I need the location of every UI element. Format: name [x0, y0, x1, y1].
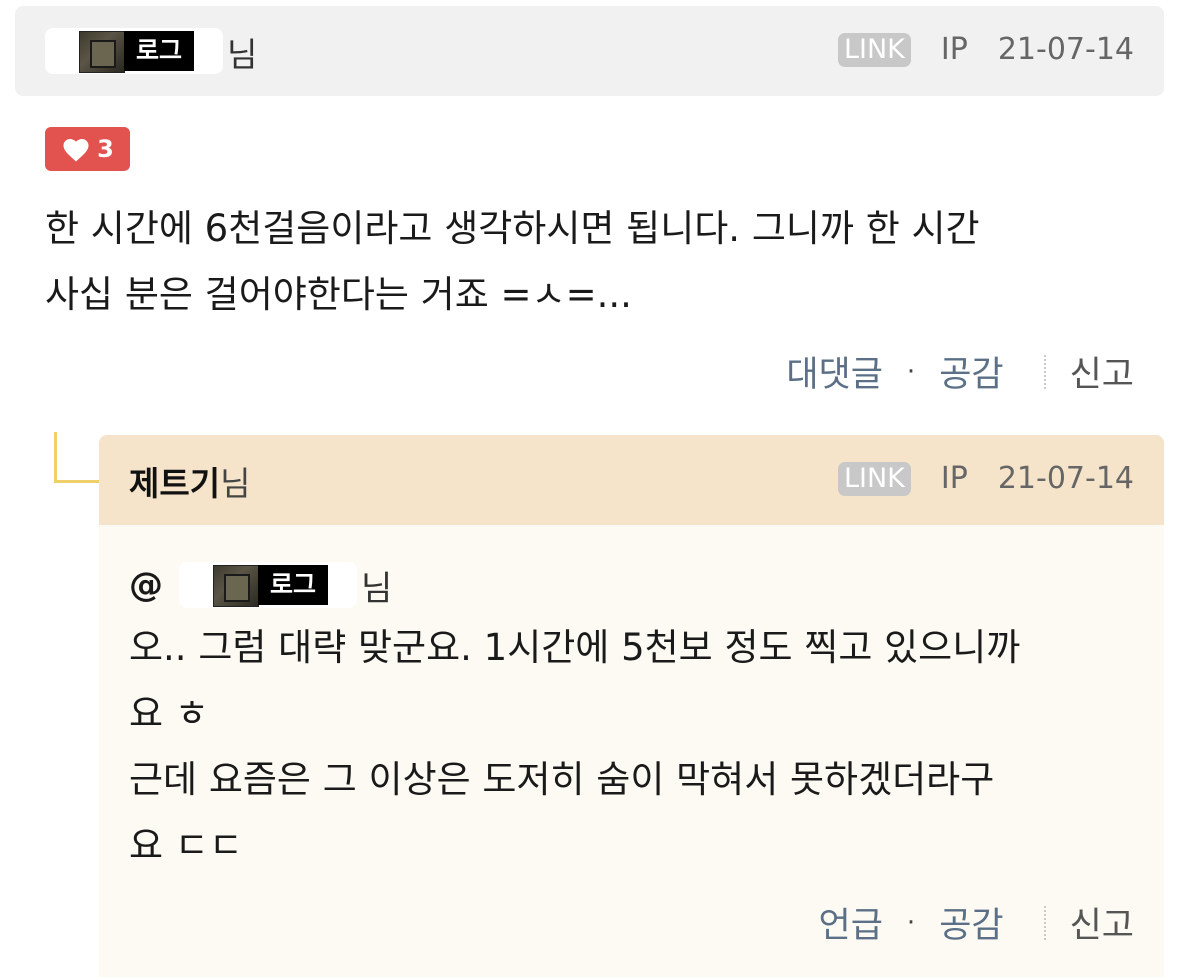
mention: @ 로그 님: [129, 557, 392, 613]
mention-honorific: 님: [361, 568, 393, 609]
mention-nickname[interactable]: 로그: [258, 565, 328, 605]
comment-date: 21-07-14: [997, 32, 1134, 67]
reply-meta: LINK IP 21-07-14: [837, 461, 1134, 496]
reply-button[interactable]: 대댓글: [786, 346, 883, 397]
avatar[interactable]: [79, 31, 125, 73]
report-button[interactable]: 신고: [1070, 346, 1134, 397]
author-nickname[interactable]: 로그: [124, 31, 194, 71]
reply-connector-line: [54, 432, 101, 483]
reply-like-button[interactable]: 공감: [939, 897, 1003, 948]
comment-actions: 대댓글 · 공감 신고: [786, 346, 1134, 397]
reply-ip-label: IP: [940, 461, 968, 496]
mention-profile[interactable]: 로그: [179, 562, 357, 608]
divider: [1043, 354, 1046, 389]
heart-icon: [63, 139, 89, 162]
mention-at: @: [129, 565, 163, 605]
reply-date: 21-07-14: [997, 461, 1134, 496]
author-honorific: 님: [227, 35, 258, 74]
reply-author-name[interactable]: 제트기: [129, 464, 220, 503]
separator-dot: ·: [906, 356, 916, 387]
comment-text: 한 시간에 6천걸음이라고 생각하시면 됩니다. 그니까 한 시간 사십 분은 …: [45, 207, 980, 316]
reply-author-honorific: 님: [220, 464, 251, 503]
like-count-badge[interactable]: 3: [45, 127, 130, 171]
mention-avatar[interactable]: [213, 565, 259, 607]
reply-header: 제트기님 LINK IP 21-07-14: [99, 435, 1164, 525]
author-profile[interactable]: 로그: [45, 28, 223, 74]
comment-header: 로그 님 LINK IP 21-07-14: [15, 6, 1164, 96]
like-count: 3: [97, 135, 114, 163]
mention-button[interactable]: 언급: [819, 897, 883, 948]
comment-meta: LINK IP 21-07-14: [837, 32, 1134, 67]
ip-label: IP: [940, 32, 968, 67]
reply-body: @ 로그 님 오.. 그럼 대략 맞군요. 1시간에 5천보 정도 찍고 있으니…: [99, 525, 1164, 977]
like-button[interactable]: 공감: [939, 346, 1003, 397]
reply-actions: 언급 · 공감 신고: [819, 897, 1134, 948]
reply-text: 오.. 그럼 대략 맞군요. 1시간에 5천보 정도 찍고 있으니까 요 ㅎ 근…: [129, 626, 1021, 867]
reply-link-badge[interactable]: LINK: [837, 461, 911, 496]
reply-report-button[interactable]: 신고: [1070, 897, 1134, 948]
reply-divider: [1043, 905, 1046, 940]
reply-separator-dot: ·: [906, 907, 916, 938]
reply-author[interactable]: 제트기님: [129, 457, 250, 505]
link-badge[interactable]: LINK: [837, 32, 911, 67]
